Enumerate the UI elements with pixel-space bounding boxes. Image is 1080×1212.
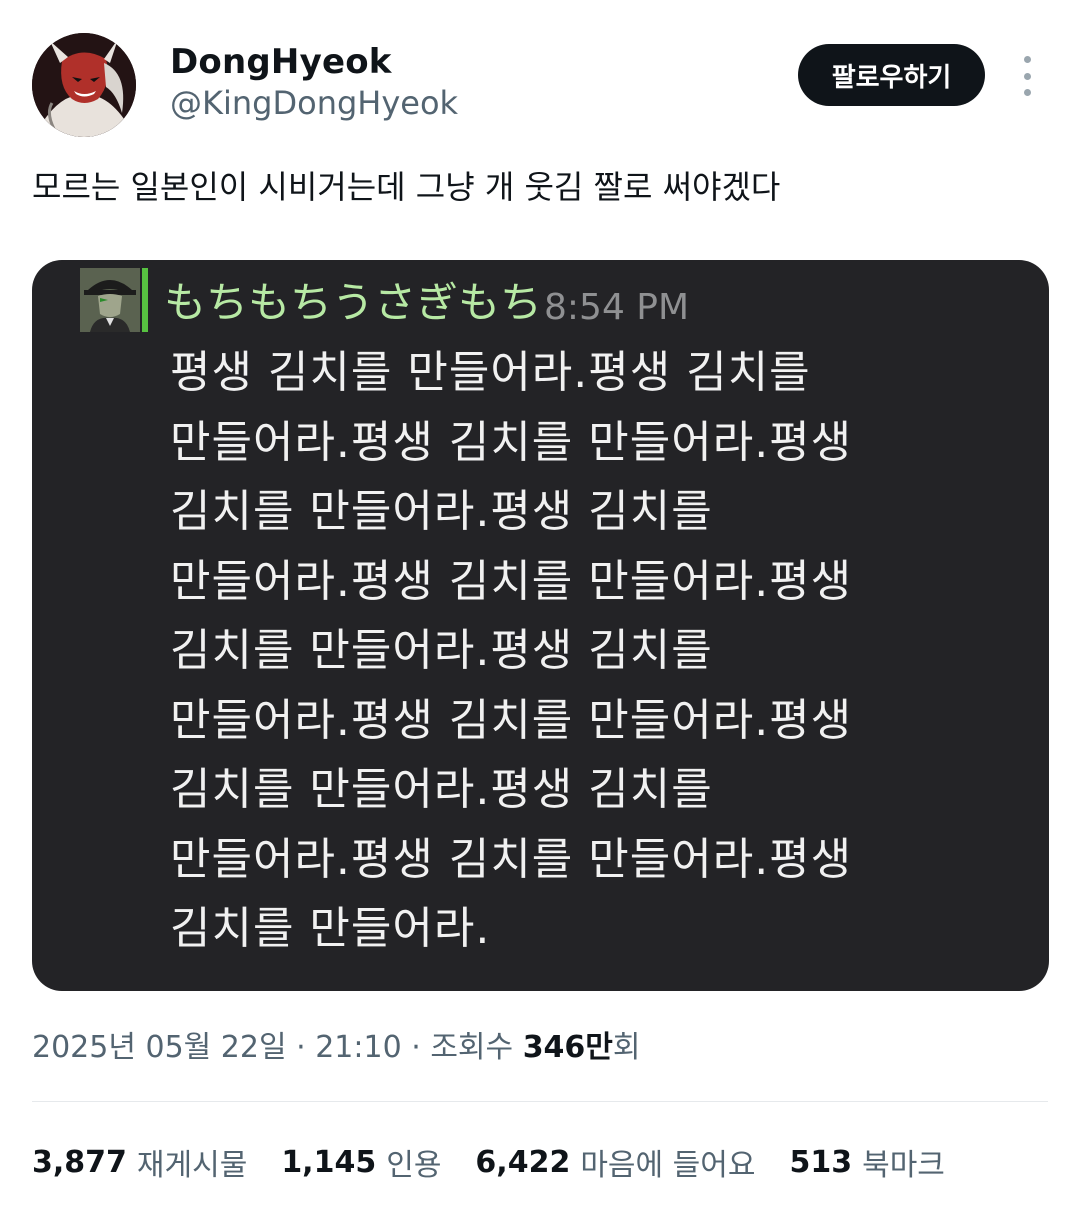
more-vertical-icon[interactable] — [1010, 56, 1044, 96]
tweet-text: 모르는 일본인이 시비거는데 그냥 개 웃김 짤로 써야겠다 — [32, 168, 781, 206]
user-avatar[interactable] — [32, 33, 136, 137]
message-body: 평생 김치를 만들어라.평생 김치를 만들어라.평생 김치를 만들어라.평생 김… — [170, 338, 990, 964]
message-timestamp: 8:54 PM — [544, 287, 690, 328]
tweet-media-image[interactable]: もちもちうさぎもち 8:54 PM 평생 김치를 만들어라.평생 김치를 만들어… — [32, 260, 1049, 991]
message-accent-bar — [142, 268, 148, 332]
tweet-time[interactable]: 21:10 — [315, 1030, 401, 1065]
user-display-name[interactable]: DongHyeok — [170, 42, 392, 82]
message-line: 만들어라.평생 김치를 만들어라.평생 — [170, 416, 853, 468]
stat-count: 3,877 — [32, 1144, 127, 1180]
message-line: 만들어라.평생 김치를 만들어라.평생 — [170, 555, 853, 607]
stat-reposts[interactable]: 3,877 재게시물 — [32, 1140, 247, 1184]
stat-label: 인용 — [386, 1148, 442, 1183]
more-dot — [1023, 72, 1031, 80]
detective-avatar-icon — [80, 268, 140, 332]
divider — [32, 1101, 1048, 1102]
tweet-meta: 2025년 05월 22일 · 21:10 · 조회수 346만회 — [32, 1026, 641, 1070]
stat-label: 재게시물 — [136, 1148, 248, 1183]
stat-likes[interactable]: 6,422 마음에 들어요 — [475, 1140, 755, 1184]
stat-bookmarks[interactable]: 513 북마크 — [789, 1140, 944, 1184]
stat-label: 북마크 — [862, 1148, 945, 1183]
stat-quotes[interactable]: 1,145 인용 — [281, 1140, 441, 1184]
tweet-date[interactable]: 2025년 05월 22일 — [32, 1030, 287, 1065]
avatar-illustration-icon — [32, 33, 136, 137]
engagement-stats: 3,877 재게시물 1,145 인용 6,422 마음에 들어요 513 북마… — [32, 1140, 979, 1184]
message-line: 평생 김치를 만들어라.평생 김치를 — [170, 347, 811, 398]
views-count: 346만 — [522, 1030, 613, 1065]
tweet-header: DongHyeok @KingDongHyeok 팔로우하기 — [0, 0, 1080, 140]
meta-separator: · — [296, 1030, 306, 1065]
more-dot — [1023, 89, 1031, 96]
message-line: 김치를 만들어라. — [170, 903, 491, 954]
stat-count: 1,145 — [281, 1144, 377, 1180]
message-line: 김치를 만들어라.평생 김치를 — [170, 764, 713, 815]
views-suffix: 회 — [612, 1030, 641, 1065]
tweet-detail-page: DongHyeok @KingDongHyeok 팔로우하기 모르는 일본인이 … — [0, 0, 1080, 1212]
message-line: 김치를 만들어라.평생 김치를 — [170, 486, 713, 537]
message-line: 만들어라.평생 김치를 만들어라.평생 — [170, 833, 853, 885]
stat-count: 6,422 — [475, 1144, 571, 1180]
message-author-name: もちもちうさぎもち — [164, 278, 543, 327]
stat-label: 마음에 들어요 — [580, 1148, 756, 1183]
stat-count: 513 — [789, 1144, 853, 1180]
follow-button[interactable]: 팔로우하기 — [798, 44, 985, 106]
message-author-avatar — [80, 268, 140, 332]
message-line: 만들어라.평생 김치를 만들어라.평생 — [170, 694, 853, 746]
more-dot — [1023, 56, 1031, 63]
user-handle[interactable]: @KingDongHyeok — [170, 84, 458, 122]
meta-separator: · — [411, 1030, 421, 1065]
views-label: 조회수 — [430, 1030, 514, 1065]
message-line: 김치를 만들어라.평생 김치를 — [170, 625, 713, 676]
